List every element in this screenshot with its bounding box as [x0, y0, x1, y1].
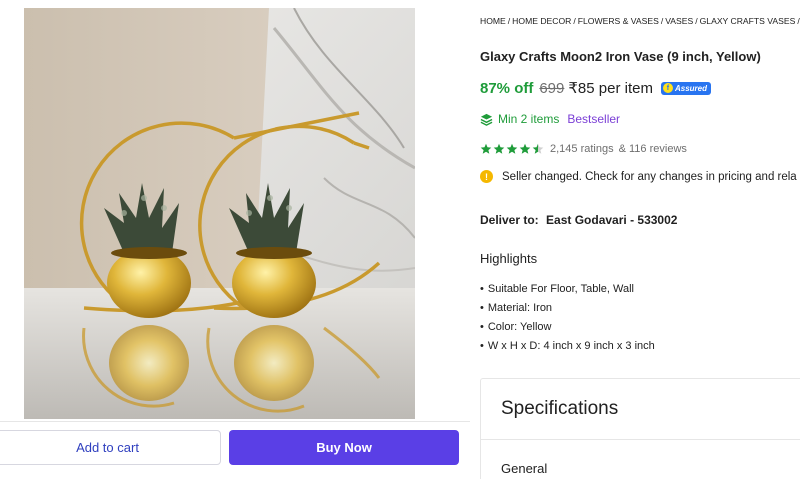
spec-section-general[interactable]: General: [501, 461, 547, 476]
min-items-text: Min 2 items: [498, 112, 560, 126]
buy-now-button[interactable]: Buy Now: [229, 430, 459, 465]
image-divider: [0, 421, 470, 422]
star-icon: [519, 143, 531, 154]
assured-label: Assured: [674, 83, 707, 93]
specifications-heading: Specifications: [501, 398, 619, 419]
breadcrumb-vases[interactable]: VASES: [665, 16, 693, 26]
vase-product-image: [24, 8, 415, 419]
stack-icon: [480, 113, 493, 126]
product-image[interactable]: [24, 8, 415, 419]
info-icon: !: [480, 170, 493, 183]
bestseller-badge: Bestseller: [567, 112, 621, 126]
product-details: HOME / HOME DECOR / FLOWERS & VASES / VASES / GL…: [480, 0, 800, 479]
rating-stars: [480, 143, 545, 155]
add-to-cart-button[interactable]: Add to cart: [0, 430, 221, 465]
ratings-count[interactable]: 2,145 ratings: [550, 143, 614, 155]
original-price: 699: [539, 79, 565, 97]
rating-row[interactable]: 2,145 ratings & 116 reviews: [480, 143, 687, 155]
deliver-to-label: Deliver to:: [480, 213, 539, 227]
selling-price: ₹85 per item: [568, 80, 653, 97]
spec-divider: [481, 439, 800, 440]
breadcrumb-glaxy-crafts-vases[interactable]: GLAXY CRAFTS VASES: [700, 16, 796, 26]
min-order-row: Min 2 items Bestseller: [480, 112, 620, 126]
notice-text: Seller changed. Check for any changes in…: [502, 170, 797, 183]
delivery-pincode[interactable]: East Godavari - 533002: [546, 213, 677, 227]
price-row: 87% off 699 ₹85 per item f Assured: [480, 79, 711, 97]
discount-percent: 87% off: [480, 79, 534, 97]
breadcrumb-flowers-vases[interactable]: FLOWERS & VASES: [578, 16, 659, 26]
breadcrumb: HOME / HOME DECOR / FLOWERS & VASES / VASES / GL…: [480, 16, 800, 26]
highlights-list: Suitable For Floor, Table, Wall Material…: [480, 282, 655, 358]
reviews-count[interactable]: & 116 reviews: [619, 143, 687, 155]
seller-changed-notice: ! Seller changed. Check for any changes …: [480, 170, 797, 183]
star-icon: [480, 143, 492, 154]
specifications-card: Specifications General: [480, 378, 800, 479]
breadcrumb-home-decor[interactable]: HOME DECOR: [512, 16, 571, 26]
delivery-location[interactable]: Deliver to: East Godavari - 533002: [480, 213, 677, 227]
breadcrumb-home[interactable]: HOME: [480, 16, 506, 26]
flipkart-logo-icon: f: [662, 83, 673, 93]
star-icon: [532, 143, 544, 154]
highlight-item: W x H x D: 4 inch x 9 inch x 3 inch: [480, 339, 655, 358]
highlights-heading: Highlights: [480, 251, 538, 266]
flipkart-assured-icon[interactable]: f Assured: [660, 81, 711, 95]
highlight-item: Suitable For Floor, Table, Wall: [480, 282, 655, 301]
star-icon: [493, 143, 505, 154]
star-icon: [506, 143, 518, 154]
product-title: Glaxy Crafts Moon2 Iron Vase (9 inch, Ye…: [480, 49, 761, 64]
highlight-item: Material: Iron: [480, 301, 655, 320]
highlight-item: Color: Yellow: [480, 320, 655, 339]
